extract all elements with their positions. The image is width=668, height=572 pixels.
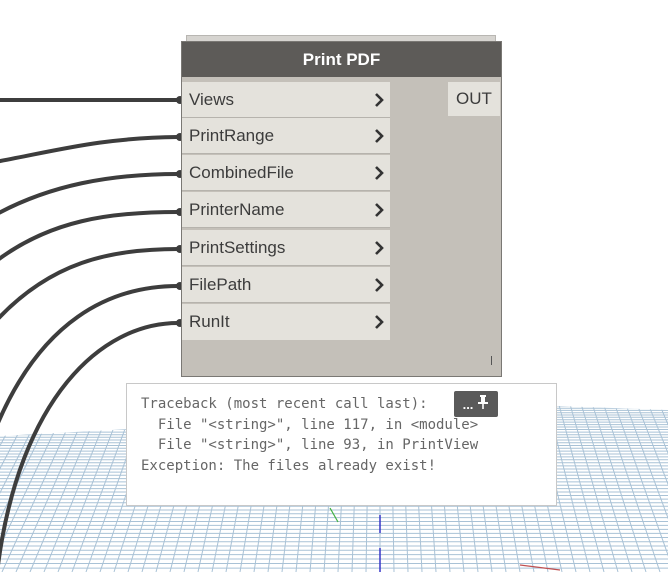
error-line: Exception: The files already exist! — [141, 457, 437, 474]
chevron-right-icon[interactable] — [368, 82, 390, 117]
chevron-right-icon[interactable] — [368, 304, 390, 340]
port-label: FilePath — [189, 274, 252, 294]
chevron-right-icon[interactable] — [368, 267, 390, 302]
axis-x-mark — [519, 564, 561, 571]
lacing-indicator — [491, 356, 492, 365]
input-port-printrange[interactable]: PrintRange — [182, 118, 390, 154]
input-port-runit[interactable]: RunIt — [182, 304, 390, 340]
port-label: RunIt — [189, 312, 230, 331]
pin-icon — [477, 394, 489, 415]
pin-message-button[interactable]: ... — [454, 391, 498, 417]
output-port-out[interactable]: OUT — [448, 82, 500, 116]
chevron-right-icon[interactable] — [368, 230, 390, 265]
input-port-views[interactable]: Views — [182, 82, 390, 118]
input-port-combinedfile[interactable]: CombinedFile — [182, 155, 390, 191]
input-port-printername[interactable]: PrinterName — [182, 192, 390, 228]
port-label: PrinterName — [189, 199, 285, 219]
print-pdf-node[interactable]: Print PDF Views PrintRange CombinedFile … — [181, 41, 502, 377]
chevron-right-icon[interactable] — [368, 118, 390, 153]
port-label: PrintRange — [189, 125, 275, 145]
chevron-right-icon[interactable] — [368, 192, 390, 227]
port-label: PrintSettings — [189, 237, 286, 257]
input-port-printsettings[interactable]: PrintSettings — [182, 230, 390, 266]
more-dots: ... — [462, 396, 474, 412]
port-label: CombinedFile — [189, 162, 294, 182]
chevron-right-icon[interactable] — [368, 155, 390, 190]
input-port-filepath[interactable]: FilePath — [182, 267, 390, 303]
port-label: Views — [189, 89, 235, 109]
error-line: File "<string>", line 93, in PrintView — [141, 437, 479, 453]
output-label: OUT — [456, 89, 492, 108]
node-title[interactable]: Print PDF — [182, 42, 501, 77]
error-line: File "<string>", line 117, in <module> — [141, 416, 479, 433]
